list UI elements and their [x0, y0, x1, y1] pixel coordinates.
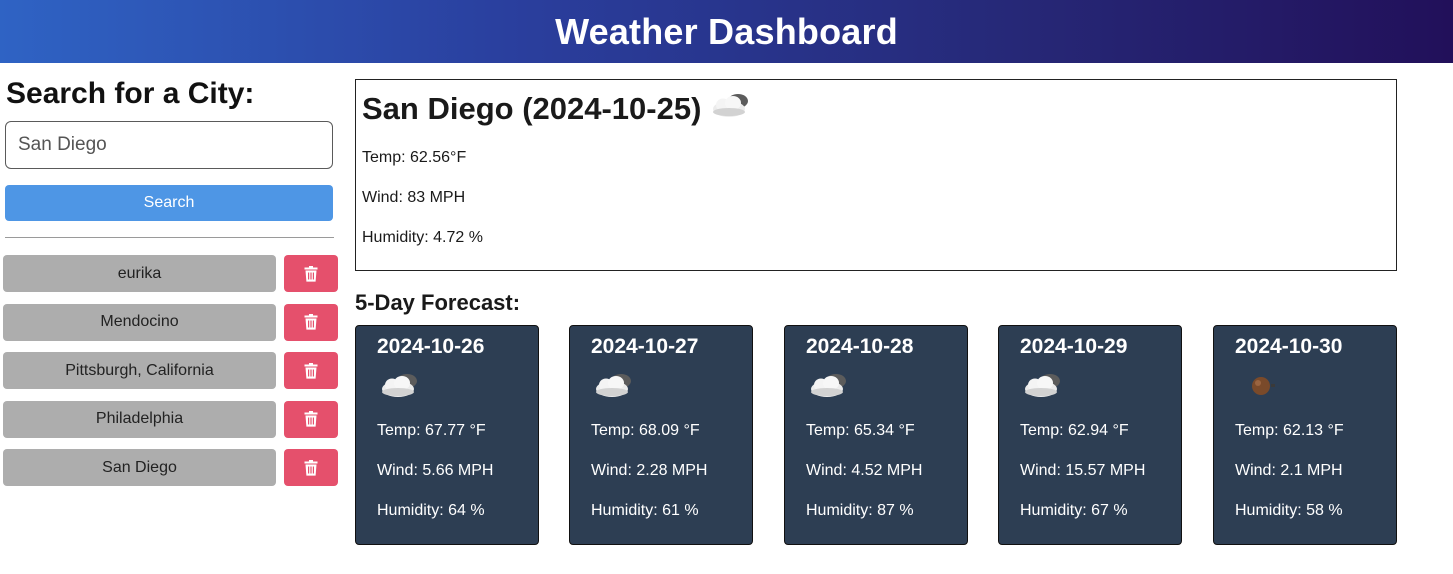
- delete-city-button[interactable]: [284, 303, 338, 341]
- delete-city-button[interactable]: [284, 255, 338, 292]
- search-heading: Search for a City:: [6, 77, 255, 110]
- forecast-humidity: Humidity: 67 %: [1020, 502, 1128, 519]
- history-item: eurika: [3, 255, 339, 292]
- partly-cloudy-icon: [378, 370, 422, 405]
- forecast-temp: Temp: 67.77 °F: [377, 422, 486, 439]
- current-wind: Wind: 83 MPH: [362, 189, 466, 206]
- trash-icon: [304, 314, 318, 330]
- forecast-temp: Temp: 65.34 °F: [806, 422, 915, 439]
- current-humidity: Humidity: 4.72 %: [362, 229, 483, 246]
- forecast-date: 2024-10-27: [591, 335, 699, 358]
- partly-cloudy-icon: [807, 370, 851, 405]
- forecast-card: 2024-10-30 Temp: 62.13 °F Wind: 2.1 MPH …: [1213, 325, 1397, 545]
- current-weather-heading: San Diego (2024-10-25): [362, 90, 753, 128]
- forecast-humidity: Humidity: 64 %: [377, 502, 485, 519]
- app-header: Weather Dashboard: [0, 0, 1453, 63]
- forecast-card: 2024-10-29 Temp: 62.94 °F Wind: 15.57 MP…: [998, 325, 1182, 545]
- search-history-list: eurika Mendocino Pittsburgh, California …: [3, 255, 339, 498]
- forecast-temp: Temp: 62.13 °F: [1235, 422, 1344, 439]
- forecast-date: 2024-10-29: [1020, 335, 1128, 358]
- delete-city-button[interactable]: [284, 449, 338, 486]
- forecast-cards: 2024-10-26 Temp: 67.77 °F Wind: 5.66 MPH…: [355, 325, 1397, 545]
- forecast-humidity: Humidity: 87 %: [806, 502, 914, 519]
- forecast-humidity: Humidity: 61 %: [591, 502, 699, 519]
- forecast-card: 2024-10-26 Temp: 67.77 °F Wind: 5.66 MPH…: [355, 325, 539, 545]
- city-search-input[interactable]: [5, 121, 333, 169]
- history-item: Mendocino: [3, 303, 339, 341]
- forecast-card: 2024-10-27 Temp: 68.09 °F Wind: 2.28 MPH…: [569, 325, 753, 545]
- history-city-button[interactable]: Pittsburgh, California: [3, 352, 276, 389]
- history-city-button[interactable]: Philadelphia: [3, 400, 276, 438]
- forecast-temp: Temp: 62.94 °F: [1020, 422, 1129, 439]
- divider: [5, 237, 334, 238]
- search-button[interactable]: Search: [5, 185, 333, 221]
- partly-cloudy-icon: [709, 90, 753, 128]
- forecast-card: 2024-10-28 Temp: 65.34 °F Wind: 4.52 MPH…: [784, 325, 968, 545]
- partly-cloudy-icon: [592, 370, 636, 405]
- clear-sky-icon: [1246, 370, 1280, 405]
- forecast-heading: 5-Day Forecast:: [355, 290, 521, 315]
- forecast-wind: Wind: 5.66 MPH: [377, 462, 494, 479]
- trash-icon: [304, 411, 318, 427]
- forecast-date: 2024-10-26: [377, 335, 485, 358]
- forecast-wind: Wind: 2.1 MPH: [1235, 462, 1343, 479]
- forecast-wind: Wind: 15.57 MPH: [1020, 462, 1146, 479]
- forecast-date: 2024-10-30: [1235, 335, 1343, 358]
- forecast-temp: Temp: 68.09 °F: [591, 422, 700, 439]
- delete-city-button[interactable]: [284, 400, 338, 438]
- history-city-button[interactable]: Mendocino: [3, 303, 276, 341]
- history-item: Philadelphia: [3, 400, 339, 438]
- forecast-humidity: Humidity: 58 %: [1235, 502, 1343, 519]
- sidebar: Search for a City: Search eurika Mendoci…: [0, 63, 345, 574]
- history-city-button[interactable]: San Diego: [3, 449, 276, 486]
- trash-icon: [304, 265, 318, 282]
- trash-icon: [304, 362, 318, 379]
- page-title: Weather Dashboard: [555, 10, 898, 52]
- current-temp: Temp: 62.56°F: [362, 149, 467, 166]
- trash-icon: [304, 459, 318, 476]
- forecast-wind: Wind: 2.28 MPH: [591, 462, 708, 479]
- forecast-wind: Wind: 4.52 MPH: [806, 462, 923, 479]
- delete-city-button[interactable]: [284, 352, 338, 389]
- current-weather-panel: San Diego (2024-10-25) Temp: 62.56°F Win…: [355, 79, 1397, 271]
- forecast-date: 2024-10-28: [806, 335, 914, 358]
- history-item: San Diego: [3, 449, 339, 486]
- history-item: Pittsburgh, California: [3, 352, 339, 389]
- current-city-date: San Diego (2024-10-25): [362, 91, 702, 126]
- partly-cloudy-icon: [1021, 370, 1065, 405]
- history-city-button[interactable]: eurika: [3, 255, 276, 292]
